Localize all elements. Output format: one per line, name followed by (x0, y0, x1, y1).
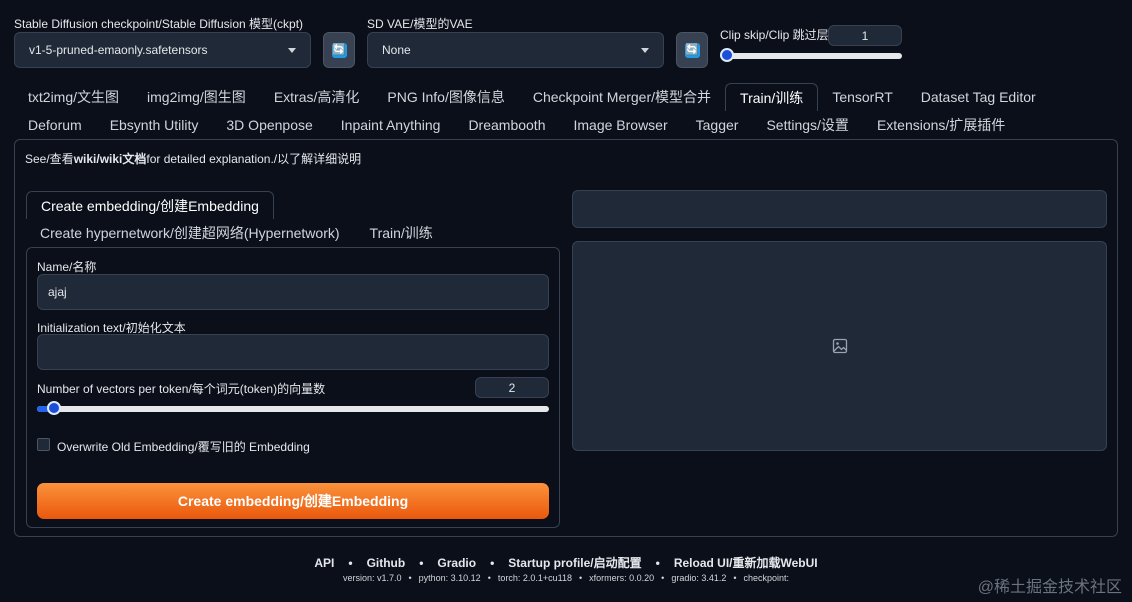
help-text: See/查看wiki/wiki文档for detailed explanatio… (25, 150, 361, 167)
name-input[interactable]: ajaj (37, 274, 549, 310)
tab-ebsynth-utility[interactable]: Ebsynth Utility (96, 111, 213, 139)
footer-separator: • (490, 555, 495, 570)
tab-extras[interactable]: Extras/高清化 (260, 83, 374, 111)
output-textbox[interactable] (572, 190, 1107, 228)
subtab-train[interactable]: Train/训练 (354, 219, 447, 247)
python-version: python: 3.10.12 (418, 573, 481, 583)
vae-refresh-button[interactable]: 🔄 (676, 32, 708, 68)
footer-separator: • (733, 573, 737, 583)
subtab-create-hypernetwork[interactable]: Create hypernetwork/创建超网络(Hypernetwork) (26, 219, 354, 247)
vectors-number-input[interactable]: 2 (475, 377, 549, 398)
footer-separator: • (348, 555, 353, 570)
footer-link-startup-profile[interactable]: Startup profile/启动配置 (508, 554, 641, 571)
tab-train[interactable]: Train/训练 (725, 83, 819, 111)
refresh-icon: 🔄 (331, 42, 347, 58)
tab-png-info[interactable]: PNG Info/图像信息 (373, 83, 518, 111)
help-suffix: for detailed explanation./以了解详细说明 (146, 152, 362, 166)
main-tabs-row1: txt2img/文生图 img2img/图生图 Extras/高清化 PNG I… (14, 83, 1050, 111)
vae-value: None (382, 43, 411, 57)
image-icon (832, 338, 847, 354)
tab-inpaint-anything[interactable]: Inpaint Anything (327, 111, 455, 139)
tab-extensions[interactable]: Extensions/扩展插件 (863, 111, 1019, 139)
version-text: version: v1.7.0 (342, 573, 402, 583)
vae-dropdown[interactable]: None (367, 32, 664, 68)
create-embedding-button[interactable]: Create embedding/创建Embedding (37, 483, 549, 519)
tab-dreambooth[interactable]: Dreambooth (454, 111, 559, 139)
clip-skip-label: Clip skip/Clip 跳过层 (720, 28, 829, 42)
overwrite-checkbox[interactable] (37, 438, 50, 451)
tab-tagger[interactable]: Tagger (682, 111, 753, 139)
vae-label: SD VAE/模型的VAE (367, 17, 473, 31)
footer-links: API • Github • Gradio • Startup profile/… (0, 554, 1132, 571)
footer-link-api[interactable]: API (314, 556, 334, 570)
tab-image-browser[interactable]: Image Browser (559, 111, 681, 139)
tab-checkpoint-merger[interactable]: Checkpoint Merger/模型合并 (519, 83, 725, 111)
wiki-link[interactable]: wiki/wiki文档 (74, 152, 147, 166)
tab-settings[interactable]: Settings/设置 (752, 111, 862, 139)
tab-dataset-tag-editor[interactable]: Dataset Tag Editor (907, 83, 1050, 111)
clip-skip-number-input[interactable]: 1 (828, 25, 902, 46)
checkpoint-hash: checkpoint: (743, 573, 790, 583)
tab-tensorrt[interactable]: TensorRT (818, 83, 906, 111)
footer-versions: version: v1.7.0 • python: 3.10.12 • torc… (0, 573, 1132, 583)
refresh-icon: 🔄 (684, 42, 700, 58)
vectors-slider[interactable] (37, 401, 549, 417)
footer-link-github[interactable]: Github (367, 556, 406, 570)
footer-separator: • (487, 573, 491, 583)
help-prefix: See/查看 (25, 152, 74, 166)
footer-link-reload-ui[interactable]: Reload UI/重新加载WebUI (674, 554, 818, 571)
vectors-label: Number of vectors per token/每个词元(token)的… (37, 382, 326, 396)
name-label: Name/名称 (37, 260, 97, 274)
tab-img2img[interactable]: img2img/图生图 (133, 83, 260, 111)
footer-separator: • (655, 555, 660, 570)
tab-txt2img[interactable]: txt2img/文生图 (14, 83, 133, 111)
tab-deforum[interactable]: Deforum (14, 111, 96, 139)
checkpoint-label: Stable Diffusion checkpoint/Stable Diffu… (14, 17, 304, 31)
checkpoint-value: v1-5-pruned-emaonly.safetensors (29, 43, 208, 57)
overwrite-label: Overwrite Old Embedding/覆写旧的 Embedding (57, 440, 310, 454)
chevron-down-icon (288, 47, 296, 53)
image-output (572, 241, 1107, 451)
subtabs-row2: Create hypernetwork/创建超网络(Hypernetwork) … (26, 219, 447, 247)
gradio-version: gradio: 3.41.2 (671, 573, 727, 583)
tab-3d-openpose[interactable]: 3D Openpose (212, 111, 326, 139)
footer-separator: • (419, 555, 424, 570)
watermark: @稀土掘金技术社区 (977, 579, 1122, 596)
subtab-create-embedding[interactable]: Create embedding/创建Embedding (26, 191, 274, 219)
clip-skip-slider[interactable] (720, 48, 902, 64)
footer-separator: • (408, 573, 412, 583)
xformers-version: xformers: 0.0.20 (589, 573, 655, 583)
slider-track (720, 53, 902, 59)
slider-track (37, 406, 549, 412)
footer-link-gradio[interactable]: Gradio (437, 556, 476, 570)
footer-separator: • (578, 573, 583, 583)
footer-separator: • (661, 573, 665, 583)
chevron-down-icon (641, 47, 649, 53)
checkpoint-refresh-button[interactable]: 🔄 (323, 32, 355, 68)
init-text-input[interactable] (37, 334, 549, 370)
checkpoint-dropdown[interactable]: v1-5-pruned-emaonly.safetensors (14, 32, 311, 68)
torch-version: torch: 2.0.1+cu118 (497, 573, 572, 583)
main-tabs-row2: Deforum Ebsynth Utility 3D Openpose Inpa… (14, 111, 1019, 139)
slider-thumb[interactable] (46, 401, 61, 415)
slider-thumb[interactable] (720, 48, 734, 62)
